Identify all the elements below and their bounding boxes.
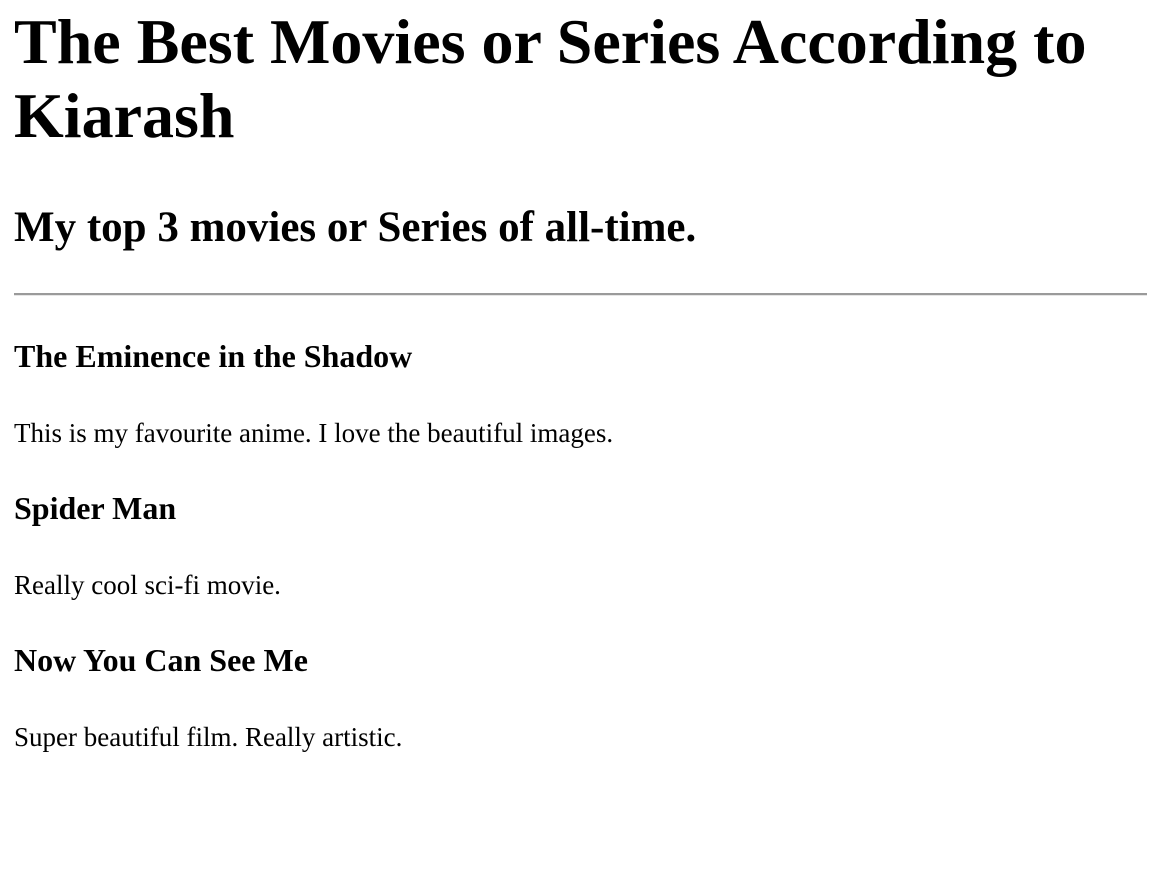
- movie-title: Spider Man: [14, 490, 177, 526]
- movie-entry: Now You Can See Me Super beautiful film.…: [14, 641, 1147, 753]
- page-subtitle: My top 3 movies or Series of all-time.: [14, 204, 697, 251]
- page-title: The Best Movies or Series According to K…: [14, 6, 1087, 151]
- movie-entry: Spider Man Really cool sci-fi movie.: [14, 489, 1147, 601]
- movie-description: This is my favourite anime. I love the b…: [14, 418, 614, 448]
- movie-entry: The Eminence in the Shadow This is my fa…: [14, 337, 1147, 449]
- movie-title: The Eminence in the Shadow: [14, 338, 413, 374]
- divider: [14, 293, 1147, 296]
- movie-description: Super beautiful film. Really artistic.: [14, 722, 403, 752]
- movie-title: Now You Can See Me: [14, 642, 308, 678]
- movie-description: Really cool sci-fi movie.: [14, 570, 281, 600]
